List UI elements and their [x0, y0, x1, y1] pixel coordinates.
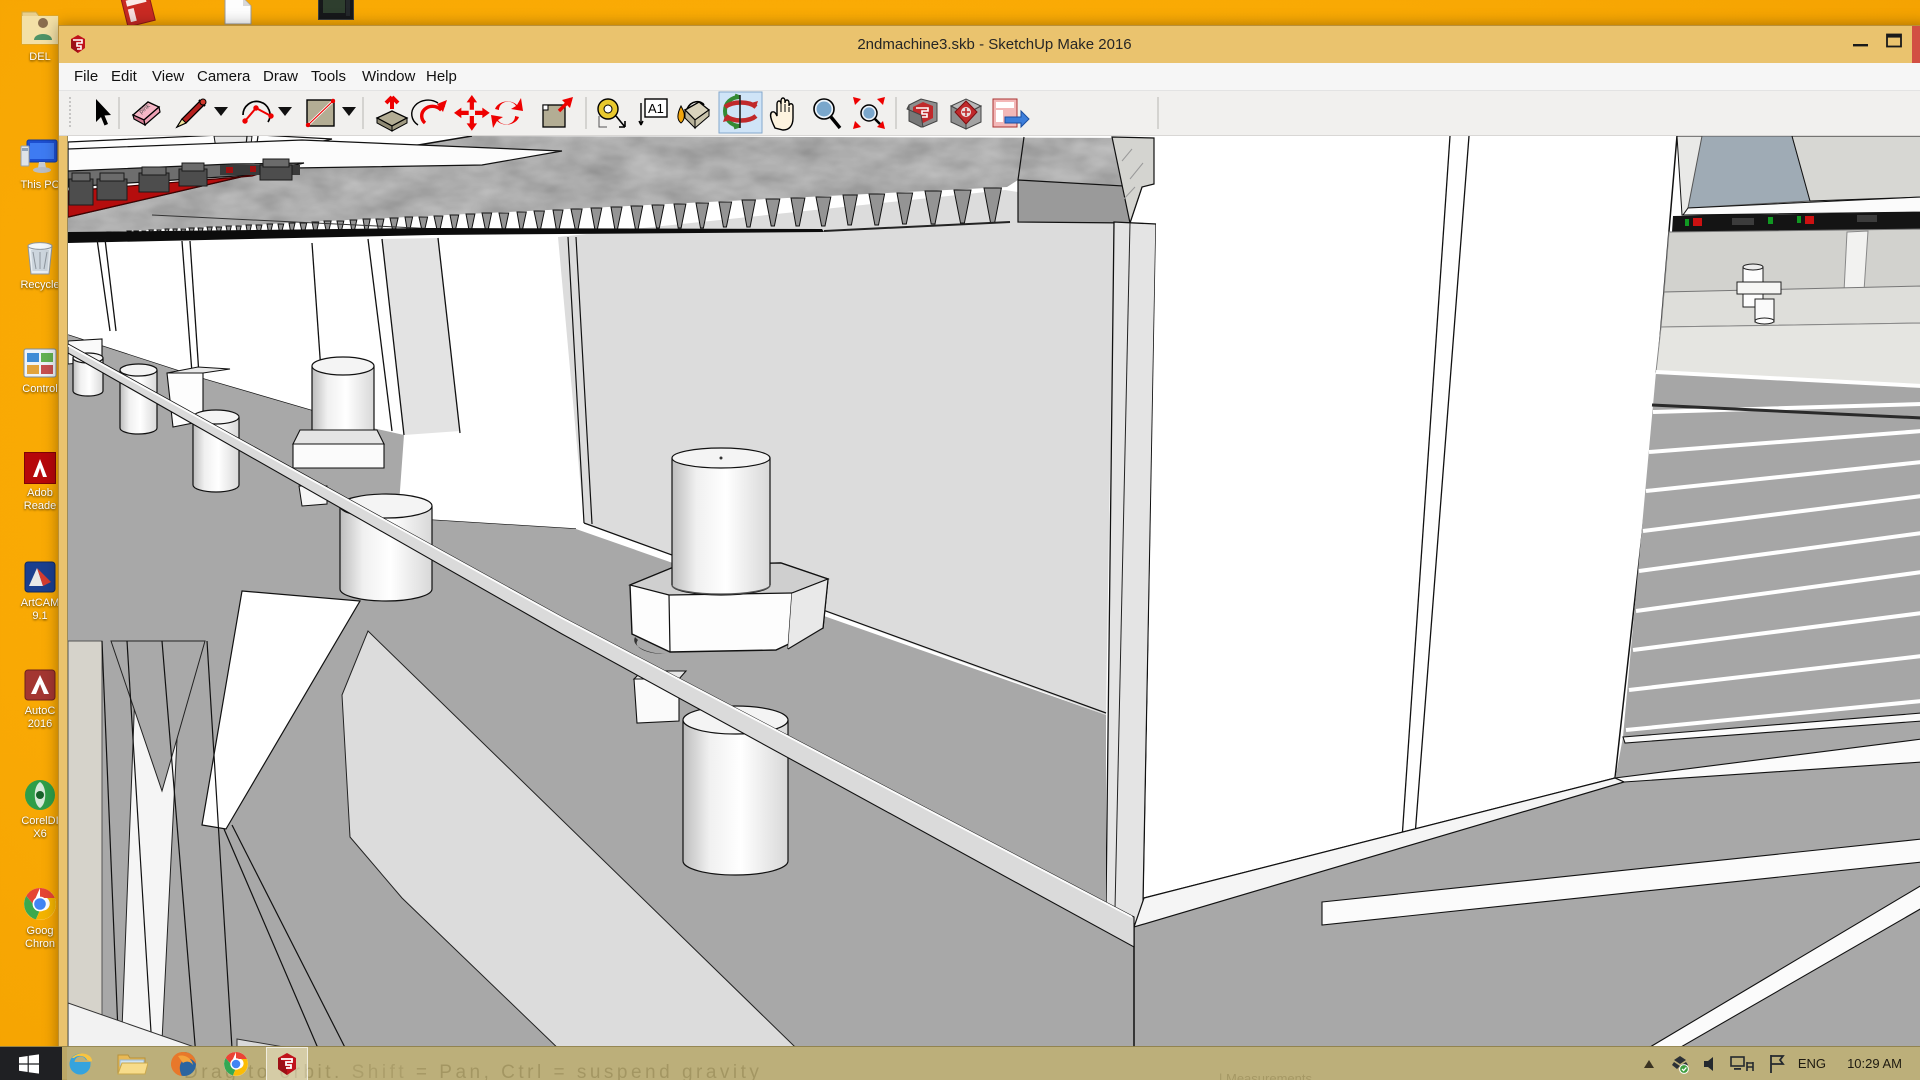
svg-text:A1: A1 — [648, 101, 664, 116]
